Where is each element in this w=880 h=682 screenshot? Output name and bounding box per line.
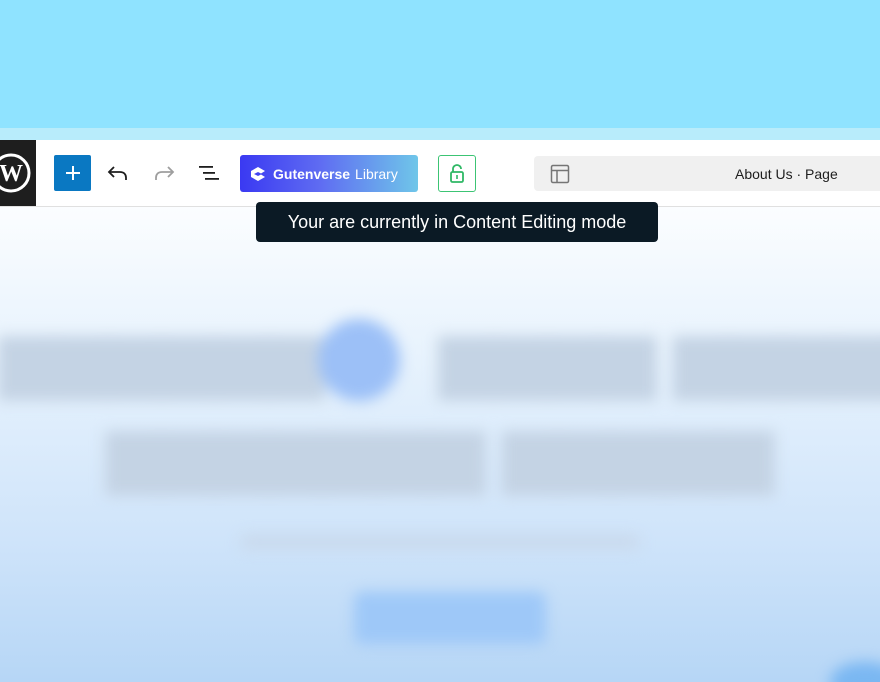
- list-view-icon: [199, 166, 219, 180]
- hero-heading-line-blurred: ▆▆▆▆▆▆ ▆▆▆▆ ▆▆▆▆▆▆: [0, 319, 880, 397]
- gutenverse-logo-icon: [251, 166, 265, 181]
- top-background-band: [0, 0, 880, 128]
- redo-button[interactable]: [146, 155, 182, 191]
- svg-text:W: W: [0, 161, 23, 187]
- plus-icon: [65, 166, 80, 180]
- document-bar[interactable]: About Us · Page: [534, 156, 880, 191]
- unlock-icon: [450, 163, 464, 183]
- top-band-divider: [0, 128, 880, 140]
- gutenverse-library-label: Library: [355, 165, 398, 182]
- undo-icon: [107, 166, 127, 180]
- content-lock-button[interactable]: [438, 155, 476, 192]
- gutenverse-library-button[interactable]: Gutenverse Library: [240, 155, 418, 192]
- editor-toolbar: W Gutenverse Library About Us · Page: [0, 140, 880, 207]
- hero-heading-line-2-blurred: ▆▆▆▆▆▆▆ ▆▆▆▆▆: [107, 414, 773, 492]
- hero-circle-graphic: [318, 319, 400, 401]
- redo-icon: [155, 166, 175, 180]
- gutenverse-name: Gutenverse: [273, 165, 351, 182]
- editor-canvas[interactable]: ▆▆▆▆▆▆ ▆▆▆▆ ▆▆▆▆▆▆ ▆▆▆▆▆▆▆ ▆▆▆▆▆: [0, 207, 880, 682]
- blurred-page-preview: ▆▆▆▆▆▆ ▆▆▆▆ ▆▆▆▆▆▆ ▆▆▆▆▆▆▆ ▆▆▆▆▆: [0, 207, 880, 682]
- content-editing-tooltip: Your are currently in Content Editing mo…: [256, 202, 658, 242]
- corner-decoration: [830, 662, 880, 682]
- add-block-button[interactable]: [54, 155, 91, 191]
- document-title: About Us · Page: [735, 165, 838, 182]
- list-view-button[interactable]: [191, 155, 227, 191]
- hero-subtitle-blurred: [240, 535, 640, 549]
- wordpress-logo-icon[interactable]: W: [0, 140, 36, 206]
- undo-button[interactable]: [100, 155, 136, 191]
- layout-icon: [550, 164, 570, 184]
- hero-cta-button-blurred: [354, 592, 546, 644]
